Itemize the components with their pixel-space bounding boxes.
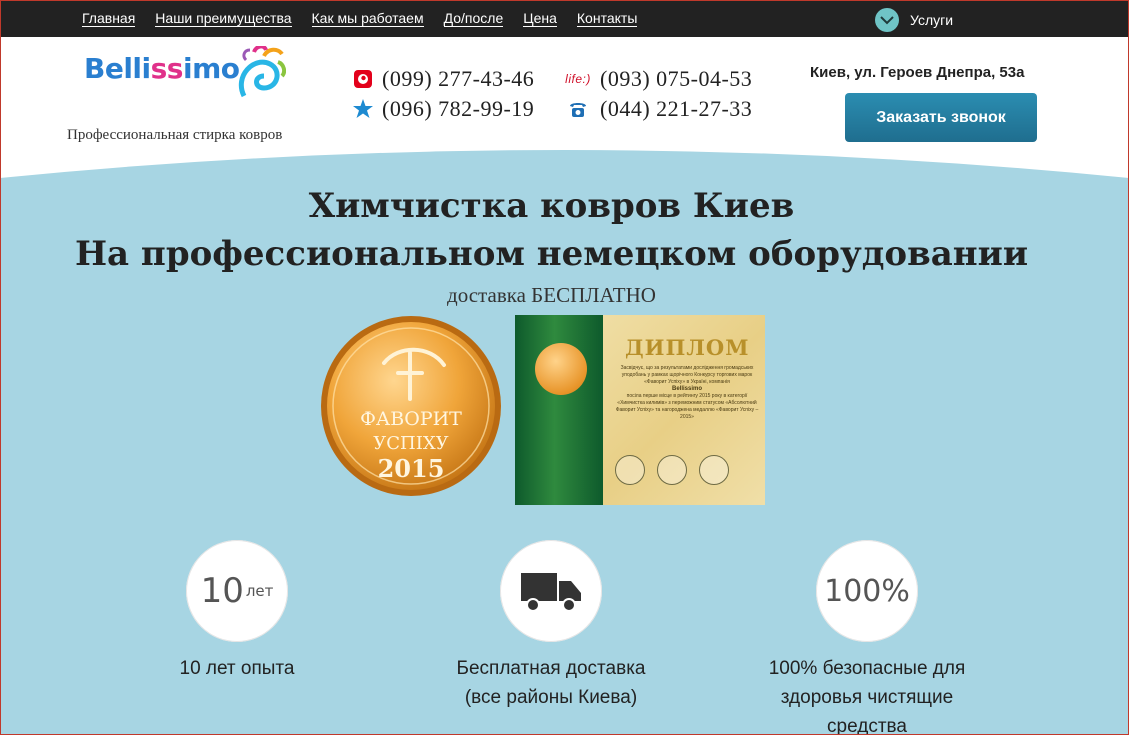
seal-icon [615, 455, 645, 485]
hero-title-line2: На профессиональном немецком оборудовани… [74, 234, 1029, 274]
feature-text: (все районы Киева) [464, 687, 638, 708]
phone-kyivstar[interactable]: (096) 782-99-19 [352, 96, 534, 122]
diploma-text: Засвідчує, що за результатами дослідженн… [615, 365, 759, 420]
address: Киев, ул. Героев Днепра, 53а [810, 64, 1025, 81]
hero-subtitle: доставка БЕСПЛАТНО [447, 283, 656, 307]
feature-text: средства [827, 716, 907, 735]
services-dropdown[interactable]: Услуги [875, 8, 953, 32]
phone-life[interactable]: life:) (093) 075-04-53 [564, 66, 752, 92]
truck-icon [500, 540, 602, 642]
logo[interactable]: Bellissimo [84, 46, 286, 98]
percent-badge: 100% [816, 540, 918, 642]
medal-line1: ФАВОРИТ [360, 408, 462, 430]
vodafone-icon [352, 68, 374, 90]
order-call-button[interactable]: Заказать звонок [845, 93, 1037, 142]
services-label: Услуги [910, 12, 954, 28]
nav-advantages[interactable]: Наши преимущества [155, 10, 292, 27]
experience-badge: 10 лет [186, 540, 288, 642]
diploma-image: ДИПЛОМ Засвідчує, що за результатами дос… [515, 315, 765, 505]
phone-landline[interactable]: (044) 221-27-33 [564, 96, 752, 122]
hero-title-line1: Химчистка ковров Киев [308, 186, 795, 226]
feature-text: здоровья чистящие [780, 687, 954, 708]
nav-how-we-work[interactable]: Как мы работаем [311, 10, 424, 27]
nav-before-after[interactable]: До/после [443, 10, 504, 27]
feature-safety: 100% 100% безопасные для здоровья чистящ… [726, 540, 1008, 735]
diploma-seals [615, 455, 741, 485]
nav-price[interactable]: Цена [523, 10, 557, 27]
award-medal: ФАВОРИТ УСПІХУ 2015 [318, 313, 504, 504]
feature-text: 100% безопасные для [768, 658, 966, 679]
feature-text: 10 лет опыта [179, 658, 295, 679]
diploma-title: ДИПЛОМ [625, 335, 750, 360]
feature-delivery: Бесплатная доставка (все районы Киева) [426, 540, 676, 712]
diploma-mini-medal-icon [535, 343, 587, 395]
main-menu: Главная Наши преимущества Как мы работае… [82, 0, 657, 37]
chevron-down-icon [875, 8, 899, 32]
logo-swirl-icon [238, 46, 286, 98]
medal-line2: УСПІХУ [373, 433, 448, 454]
landline-phone-icon [564, 98, 592, 120]
nav-contacts[interactable]: Контакты [576, 10, 638, 27]
tagline: Профессиональная стирка ковров [67, 127, 283, 143]
kyivstar-icon [352, 98, 374, 120]
feature-experience: 10 лет 10 лет опыта [137, 540, 337, 683]
top-navigation: Главная Наши преимущества Как мы работае… [0, 0, 1129, 37]
seal-icon [657, 455, 687, 485]
hero-section: Химчистка ковров Киев На профессионально… [0, 150, 1129, 735]
medal-year: 2015 [378, 454, 445, 483]
phone-vodafone[interactable]: (099) 277-43-46 [352, 66, 534, 92]
logo-text: Bellissimo [84, 52, 240, 85]
nav-home[interactable]: Главная [82, 10, 136, 27]
seal-icon [699, 455, 729, 485]
feature-text: Бесплатная доставка [456, 658, 646, 679]
life-icon: life:) [565, 72, 591, 86]
